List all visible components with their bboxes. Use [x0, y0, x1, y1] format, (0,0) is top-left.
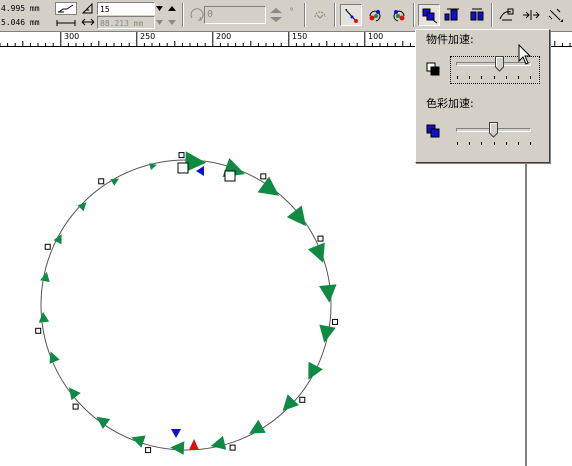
slider-tick [493, 142, 495, 145]
slider-tick [505, 76, 507, 79]
blend-path-icon[interactable] [55, 2, 77, 15]
slider-tick [505, 142, 507, 145]
path-properties-icon[interactable] [520, 4, 542, 26]
split-blend-icon[interactable] [466, 4, 488, 26]
object-accel-slider[interactable] [495, 56, 504, 72]
selection-node[interactable] [72, 403, 79, 410]
blend-spacing-icon[interactable] [55, 16, 77, 29]
object-color-accel-icon[interactable] [418, 4, 440, 26]
start-end-properties-icon[interactable] [496, 4, 518, 26]
selection-node[interactable] [44, 243, 51, 250]
steps-up-icon[interactable] [166, 2, 178, 15]
blend-step-shape[interactable] [319, 284, 337, 303]
color-accel-icon [426, 124, 442, 140]
spacing-dropdown-icon[interactable] [154, 16, 165, 29]
ruler-label-100: 100 [368, 32, 384, 41]
slider-tick [481, 76, 483, 79]
rotation-spinner-icon[interactable] [266, 6, 286, 24]
blend-step-shape[interactable] [282, 394, 299, 411]
ruler-label-250: 250 [140, 32, 156, 41]
blend-start-handle[interactable] [177, 162, 189, 174]
selection-node[interactable] [317, 235, 324, 242]
slider-tick [530, 76, 531, 79]
blend-end-handle[interactable] [224, 170, 236, 182]
slider-tick [517, 142, 519, 145]
selection-node[interactable] [260, 173, 267, 180]
blend-step-shape[interactable] [38, 311, 50, 323]
blend-step-shape[interactable] [308, 361, 323, 380]
position-x-readout[interactable]: 4.995 mm [0, 2, 48, 15]
color-accel-label: 色彩加速: [426, 97, 474, 110]
blend-step-shape[interactable] [131, 435, 146, 448]
slider-tick [457, 76, 458, 79]
spacing-down-icon[interactable] [166, 16, 178, 29]
rotation-input[interactable]: 0 [204, 6, 266, 24]
clockwise-blend-icon[interactable] [364, 4, 386, 26]
rotation-unit: ° [289, 7, 294, 18]
slider-tick [469, 142, 471, 145]
ruler-label-150: 150 [292, 32, 308, 41]
selection-node[interactable] [332, 318, 338, 325]
object-accel-label: 物件加速: [426, 33, 474, 46]
selection-node[interactable] [98, 178, 105, 185]
color-accel-slider[interactable] [489, 122, 498, 138]
blend-step-shape[interactable] [249, 419, 266, 434]
slider-tick [517, 76, 519, 79]
slider-tick [457, 142, 458, 145]
selection-node[interactable] [178, 152, 185, 159]
steps-input[interactable]: 15 [97, 2, 155, 15]
blend-step-shape[interactable] [286, 205, 306, 227]
distance-icon [81, 16, 95, 29]
more-blend-options-icon[interactable] [544, 4, 566, 26]
direct-blend-icon[interactable] [340, 4, 362, 26]
blend-step-shape[interactable] [307, 242, 325, 263]
path-end-marker-icon[interactable] [189, 439, 199, 450]
ruler-label-300: 300 [64, 32, 80, 41]
blend-start-marker-icon[interactable] [196, 166, 204, 176]
steps-icon [81, 2, 95, 15]
position-y-readout[interactable]: 5.046 mm [0, 16, 48, 29]
steps-dropdown-icon[interactable] [154, 2, 165, 15]
selection-node[interactable] [299, 396, 306, 403]
mouse-cursor-icon [518, 43, 532, 66]
blend-step-shape[interactable] [149, 163, 157, 170]
selection-node[interactable] [229, 444, 236, 451]
blend-step-shape[interactable] [49, 351, 60, 364]
slider-tick [493, 76, 495, 79]
slider-tick [481, 142, 483, 145]
selection-node[interactable] [145, 447, 152, 454]
property-bar: 4.995 mm 5.046 mm 15 88.213 mm 0 ° [0, 0, 572, 32]
loop-blend-icon[interactable] [309, 4, 331, 26]
blend-step-shape[interactable] [110, 178, 119, 186]
selection-node[interactable] [35, 327, 42, 334]
blend-step-shape[interactable] [170, 441, 185, 455]
blend-step-shape[interactable] [319, 324, 336, 343]
slider-tick [469, 76, 471, 79]
slider-tick [530, 142, 531, 145]
counterclockwise-blend-icon[interactable] [388, 4, 410, 26]
ruler-label-200: 200 [216, 32, 232, 41]
spacing-input[interactable]: 88.213 mm [97, 16, 155, 29]
object-accel-icon [426, 62, 442, 78]
path-start-marker-icon[interactable] [171, 429, 181, 438]
blend-sizes-icon[interactable] [442, 4, 464, 26]
